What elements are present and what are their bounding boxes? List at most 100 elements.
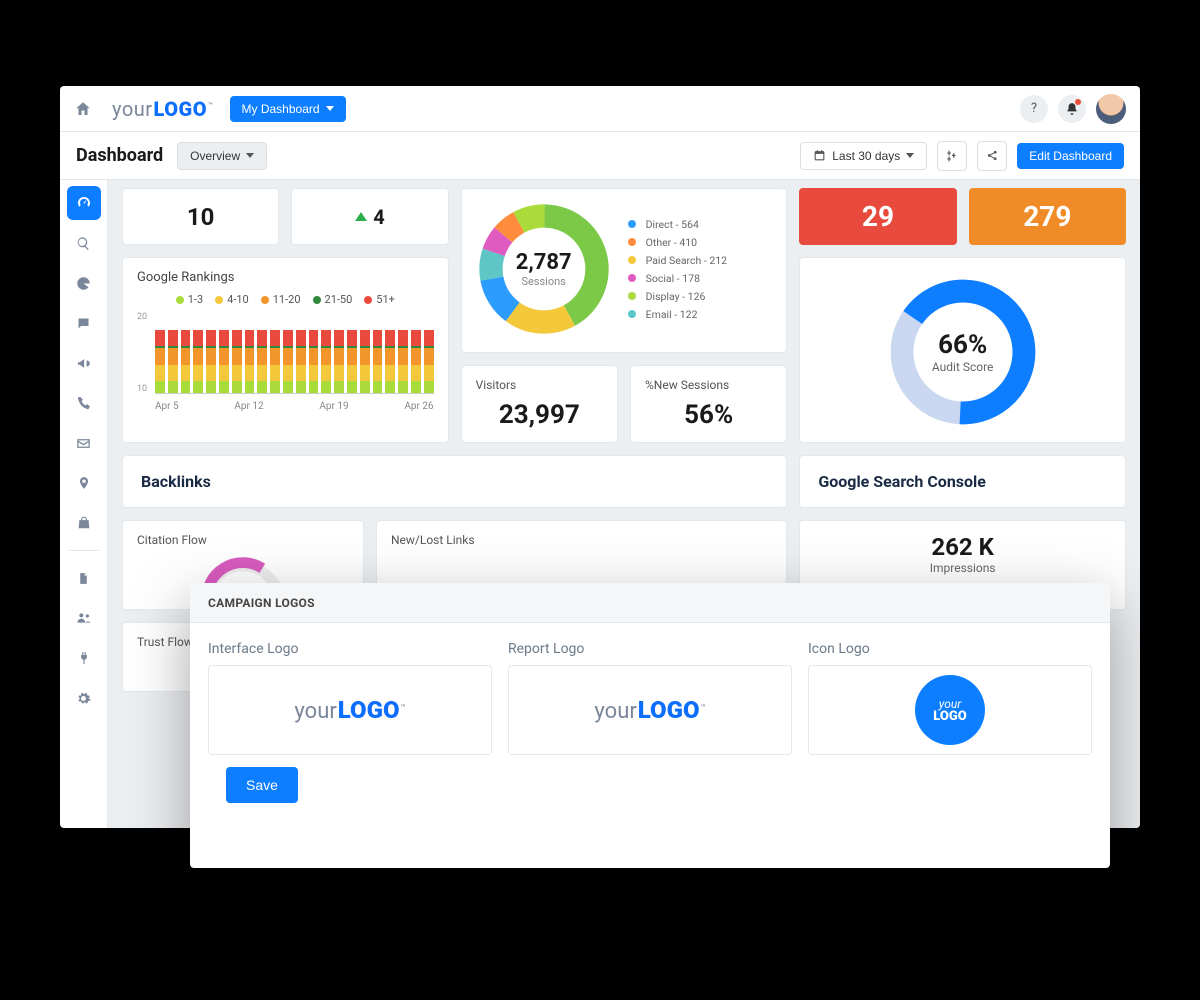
visitors-card: Visitors 23,997 [461, 365, 618, 443]
report-logo-box[interactable]: yourLOGO™ [508, 665, 792, 755]
file-icon [77, 572, 90, 585]
topbar-left: yourLOGO™ My Dashboard [74, 96, 1006, 122]
audit-pct: 66% [932, 330, 994, 360]
sidebar-item-email[interactable] [67, 426, 101, 460]
bullhorn-icon [76, 356, 91, 371]
stat-delta: 4 [355, 205, 384, 229]
rankings-title: Google Rankings [137, 270, 434, 285]
rankings-x-axis: Apr 5 Apr 12 Apr 19 Apr 26 [155, 401, 434, 412]
filter-button[interactable] [937, 141, 967, 171]
logo-tm: ™ [208, 101, 214, 110]
logo-bold: LOGO [154, 97, 207, 121]
y-tick: 20 [137, 312, 155, 322]
user-avatar[interactable] [1096, 94, 1126, 124]
sidebar-item-calls[interactable] [67, 386, 101, 420]
sidebar-item-files[interactable] [67, 561, 101, 595]
topbar-right: ? [1020, 94, 1126, 124]
interface-logo-col: Interface Logo yourLOGO™ [208, 641, 492, 755]
gear-icon [76, 691, 91, 706]
logo-row: Interface Logo yourLOGO™ Report Logo you… [208, 641, 1092, 755]
arrow-up-icon [355, 212, 367, 221]
notification-dot [1075, 99, 1081, 105]
sidebar-item-shopping[interactable] [67, 506, 101, 540]
brand-logo: yourLOGO™ [112, 97, 214, 121]
calendar-icon [813, 149, 826, 162]
sidebar-item-local[interactable] [67, 466, 101, 500]
newsessions-card: %New Sessions 56% [630, 365, 787, 443]
delta-value: 4 [373, 205, 384, 229]
gauge-icon [76, 195, 92, 211]
sessions-donut-wrap: 2,787 Sessions Direct - 564Other - 410Pa… [474, 199, 775, 339]
edit-dashboard-label: Edit Dashboard [1029, 149, 1112, 163]
stat-value-1: 10 [187, 203, 215, 231]
icon-logo-box[interactable]: your LOGO [808, 665, 1092, 755]
search-icon [76, 236, 91, 251]
stat-card-delta: 4 [291, 188, 448, 245]
report-logo-label: Report Logo [508, 641, 792, 657]
stat-card-red: 29 [799, 188, 956, 245]
sidebar-item-dashboard[interactable] [67, 186, 101, 220]
icon-logo-label: Icon Logo [808, 641, 1092, 657]
users-icon [76, 610, 92, 626]
x-tick: Apr 26 [404, 401, 433, 412]
overview-dropdown[interactable]: Overview [177, 142, 267, 170]
audit-donut: 66% Audit Score [806, 264, 1119, 436]
share-icon [986, 149, 999, 162]
sliders-icon [945, 149, 959, 163]
modal-footer: Save [208, 755, 1092, 821]
pie-icon [76, 276, 91, 291]
help-button[interactable]: ? [1020, 95, 1048, 123]
orange-value: 279 [1023, 200, 1071, 233]
rankings-chart: 20 10 Apr 5 Apr 12 Apr 19 Apr 26 [137, 312, 434, 412]
x-tick: Apr 5 [155, 401, 179, 412]
sidebar [60, 180, 108, 828]
home-icon[interactable] [74, 100, 96, 118]
sidebar-item-integrations[interactable] [67, 641, 101, 675]
help-icon: ? [1031, 101, 1037, 116]
date-range-label: Last 30 days [832, 149, 900, 163]
newsessions-label: %New Sessions [645, 378, 772, 392]
sessions-donut: 2,787 Sessions [474, 199, 614, 339]
topbar: yourLOGO™ My Dashboard ? [60, 86, 1140, 132]
stat-card-1: 10 [122, 188, 279, 245]
date-range-picker[interactable]: Last 30 days [800, 142, 927, 170]
interface-logo-label: Interface Logo [208, 641, 492, 657]
my-dashboard-button[interactable]: My Dashboard [230, 96, 346, 122]
sidebar-item-search[interactable] [67, 226, 101, 260]
interface-logo-box[interactable]: yourLOGO™ [208, 665, 492, 755]
share-button[interactable] [977, 141, 1007, 171]
modal-header: CAMPAIGN LOGOS [190, 583, 1110, 623]
gsc-header: Google Search Console [799, 455, 1126, 508]
subheader-right: Last 30 days Edit Dashboard [800, 141, 1124, 171]
sidebar-item-campaigns[interactable] [67, 346, 101, 380]
citation-flow-label: Citation Flow [137, 533, 349, 547]
chevron-down-icon [326, 106, 334, 111]
sessions-label: Sessions [516, 275, 572, 288]
sidebar-item-settings[interactable] [67, 681, 101, 715]
backlinks-header: Backlinks [122, 455, 787, 508]
report-logo-col: Report Logo yourLOGO™ [508, 641, 792, 755]
red-value: 29 [862, 200, 894, 233]
impressions-label: Impressions [814, 561, 1111, 575]
my-dashboard-label: My Dashboard [242, 102, 320, 116]
modal-body: Interface Logo yourLOGO™ Report Logo you… [190, 623, 1110, 868]
sessions-total: 2,787 [516, 250, 572, 275]
sidebar-item-chat[interactable] [67, 306, 101, 340]
phone-icon [77, 396, 91, 410]
bag-icon [77, 516, 91, 530]
modal-title: CAMPAIGN LOGOS [208, 596, 315, 610]
rankings-card: Google Rankings 1-34-1011-2021-5051+ 20 … [122, 257, 449, 443]
edit-dashboard-button[interactable]: Edit Dashboard [1017, 143, 1124, 169]
sidebar-item-reports[interactable] [67, 266, 101, 300]
notifications-button[interactable] [1058, 95, 1086, 123]
sidebar-item-users[interactable] [67, 601, 101, 635]
comment-icon [76, 316, 91, 331]
rankings-legend: 1-34-1011-2021-5051+ [137, 293, 434, 306]
x-tick: Apr 19 [319, 401, 348, 412]
gsc-title: Google Search Console [818, 472, 986, 491]
save-button[interactable]: Save [226, 767, 298, 803]
y-tick: 10 [137, 384, 155, 394]
impressions-value: 262 K [814, 533, 1111, 561]
map-pin-icon [77, 476, 91, 490]
stat-card-orange: 279 [969, 188, 1126, 245]
